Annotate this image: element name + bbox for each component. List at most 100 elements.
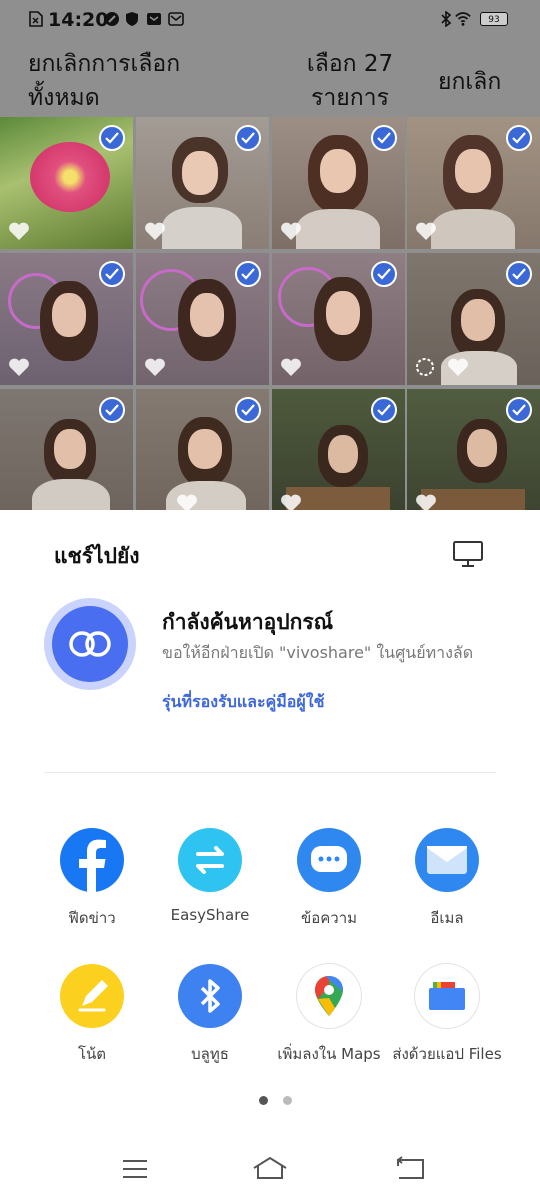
body-shape <box>431 209 515 249</box>
face-shape <box>320 149 356 193</box>
app-label: บลูทูธ <box>191 1045 229 1063</box>
app-label: อีเมล <box>430 909 464 927</box>
app-notes[interactable]: โน้ต <box>32 964 152 1066</box>
messages-icon <box>297 828 361 892</box>
face-shape <box>190 293 224 337</box>
page-dot[interactable] <box>283 1096 293 1105</box>
app-bluetooth[interactable]: บลูทูธ <box>150 964 270 1066</box>
photo-thumbnail[interactable] <box>136 389 269 521</box>
selected-count: เลือก 27 รายการ <box>306 51 394 111</box>
supported-models-link[interactable]: รุ่นที่รองรับและคู่มือผู้ใช้ <box>162 690 324 715</box>
divider <box>44 772 496 773</box>
selected-check-icon[interactable] <box>235 261 261 287</box>
heart-icon[interactable] <box>8 357 30 377</box>
cancel-button[interactable]: ยกเลิก <box>438 64 501 100</box>
home-icon[interactable] <box>252 1156 288 1180</box>
face-shape <box>52 293 86 337</box>
flower-image <box>30 142 110 212</box>
face-shape <box>326 291 360 335</box>
app-label: ฟีดข่าว <box>68 909 116 927</box>
app-label: EasyShare <box>170 906 250 924</box>
app-maps[interactable]: เพิ่มลงใน Maps <box>269 964 389 1066</box>
page-indicator <box>254 1090 297 1109</box>
heart-icon[interactable] <box>447 357 469 377</box>
selected-check-icon[interactable] <box>371 125 397 151</box>
face-shape <box>182 151 218 195</box>
selected-check-icon[interactable] <box>99 125 125 151</box>
face-shape <box>461 299 495 341</box>
face-shape <box>328 435 358 473</box>
heart-icon[interactable] <box>280 357 302 377</box>
deselect-all-button[interactable]: ยกเลิกการเลือกทั้งหมด <box>28 47 228 115</box>
bluetooth-status-icon <box>441 11 452 27</box>
photo-thumbnail[interactable] <box>136 117 269 249</box>
selected-check-icon[interactable] <box>371 397 397 423</box>
wifi-icon <box>455 12 471 26</box>
selected-check-icon[interactable] <box>99 397 125 423</box>
facebook-icon <box>60 828 124 892</box>
face-shape <box>455 149 491 193</box>
face-shape <box>188 429 222 469</box>
app-label: ข้อความ <box>300 909 358 927</box>
selected-check-icon[interactable] <box>506 397 532 423</box>
bluetooth-icon <box>178 964 242 1028</box>
page-dot-active[interactable] <box>259 1096 268 1105</box>
photo-thumbnail[interactable] <box>136 253 269 385</box>
status-time: 14:20 <box>48 9 109 31</box>
heart-icon[interactable] <box>144 221 166 241</box>
heart-icon[interactable] <box>280 221 302 241</box>
share-sheet-title: แชร์ไปยัง <box>54 544 140 568</box>
mail-icon <box>168 12 184 26</box>
photo-thumbnail[interactable] <box>407 253 540 385</box>
body-shape <box>296 209 380 249</box>
back-icon[interactable] <box>396 1156 426 1180</box>
link-icon <box>69 631 111 657</box>
files-icon <box>415 964 479 1028</box>
inbox-icon <box>147 13 161 25</box>
heart-icon[interactable] <box>144 357 166 377</box>
app-label: ส่งด้วยแอป Files <box>392 1045 502 1063</box>
heart-icon[interactable] <box>8 221 30 241</box>
heart-icon[interactable] <box>415 221 437 241</box>
face-shape <box>54 429 86 469</box>
battery-indicator: 93 <box>480 12 508 26</box>
app-messages[interactable]: ข้อความ <box>269 828 389 930</box>
photo-grid <box>0 117 540 521</box>
app-email[interactable]: อีเมล <box>387 828 507 930</box>
maps-icon <box>297 964 361 1028</box>
photo-thumbnail[interactable] <box>272 253 405 385</box>
selection-header: ยกเลิกการเลือกทั้งหมด เลือก 27 รายการ ยก… <box>0 42 540 117</box>
face-shape <box>467 429 497 467</box>
selected-check-icon[interactable] <box>235 397 261 423</box>
live-photo-icon <box>416 358 434 376</box>
battery-level: 93 <box>488 15 500 25</box>
photo-thumbnail[interactable] <box>0 253 133 385</box>
shield-icon <box>126 12 138 26</box>
app-facebook[interactable]: ฟีดข่าว <box>32 828 152 930</box>
menu-icon[interactable] <box>122 1158 148 1180</box>
vivoshare-scan-button[interactable] <box>44 598 136 690</box>
selected-check-icon[interactable] <box>506 261 532 287</box>
finding-device-title: กำลังค้นหาอุปกรณ์ <box>162 610 334 634</box>
photo-thumbnail[interactable] <box>272 117 405 249</box>
app-files[interactable]: ส่งด้วยแอป Files <box>387 964 507 1066</box>
app-easyshare[interactable]: EasyShare <box>150 828 270 924</box>
navigation-bar <box>0 1140 540 1200</box>
dnd-icon <box>105 12 119 26</box>
body-shape <box>162 207 242 249</box>
app-label: เพิ่มลงใน Maps <box>277 1045 381 1063</box>
photo-thumbnail[interactable] <box>407 117 540 249</box>
sim-icon <box>29 11 43 27</box>
selected-check-icon[interactable] <box>506 125 532 151</box>
easyshare-icon <box>178 828 242 892</box>
selected-check-icon[interactable] <box>371 261 397 287</box>
photo-thumbnail[interactable] <box>0 389 133 521</box>
selected-check-icon[interactable] <box>99 261 125 287</box>
photo-thumbnail[interactable] <box>0 117 133 249</box>
selected-check-icon[interactable] <box>235 125 261 151</box>
monitor-icon[interactable] <box>452 540 484 568</box>
share-sheet: แชร์ไปยัง กำลังค้นหาอุปกรณ์ ขอให้อีกฝ่าย… <box>0 510 540 1200</box>
photo-thumbnail[interactable] <box>407 389 540 521</box>
photo-thumbnail[interactable] <box>272 389 405 521</box>
finding-device-description: ขอให้อีกฝ่ายเปิด "vivoshare" ในศูนย์ทางล… <box>162 643 474 662</box>
